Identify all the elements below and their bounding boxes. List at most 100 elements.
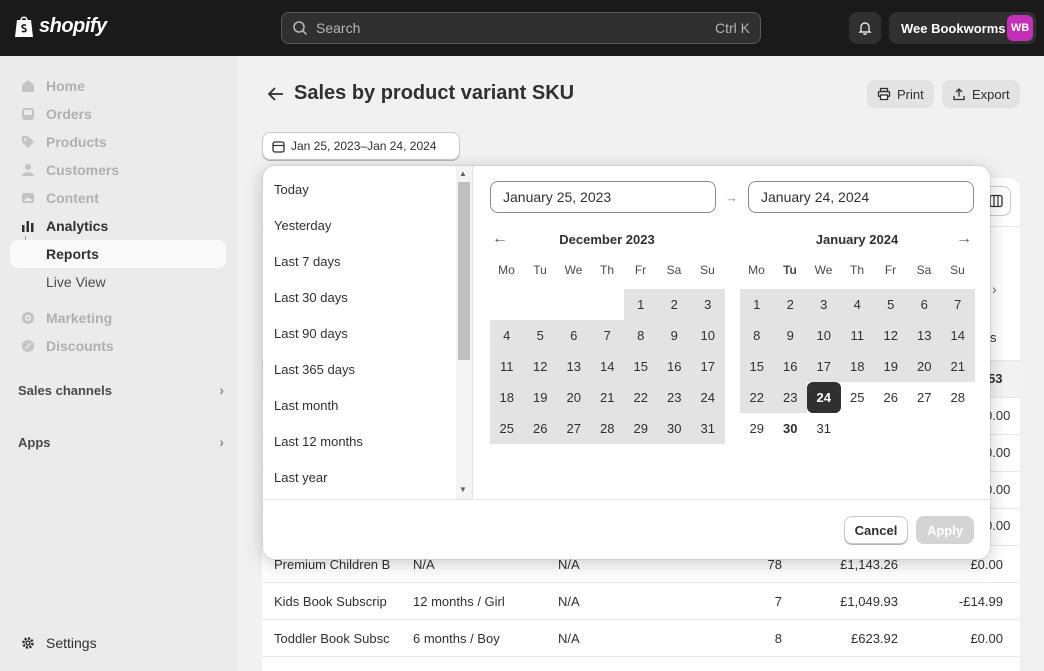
scroll-up-icon[interactable]: ▲ xyxy=(459,169,467,178)
preset-yesterday[interactable]: Yesterday xyxy=(274,218,331,233)
calendar-day[interactable]: 22 xyxy=(740,382,774,413)
apps-section[interactable]: Apps › xyxy=(18,434,224,450)
calendar-day[interactable]: 7 xyxy=(941,289,975,320)
calendar-day[interactable]: 4 xyxy=(490,320,524,351)
calendar-day[interactable]: 12 xyxy=(523,351,557,382)
sidebar-item-marketing[interactable]: Marketing xyxy=(10,304,226,332)
shopify-logo[interactable]: shopify xyxy=(14,14,107,38)
calendar-day[interactable]: 27 xyxy=(908,382,942,413)
calendar-day[interactable]: 18 xyxy=(840,351,874,382)
sidebar-item-customers[interactable]: Customers xyxy=(10,156,226,184)
preset-scroll-thumb[interactable] xyxy=(458,182,470,360)
sidebar-item-discounts[interactable]: Discounts xyxy=(10,332,226,360)
calendar-day[interactable]: 28 xyxy=(590,413,624,444)
sidebar-item-products[interactable]: Products xyxy=(10,128,226,156)
calendar-day[interactable]: 25 xyxy=(841,382,875,413)
calendar-day[interactable]: 12 xyxy=(874,320,908,351)
calendar-day[interactable]: 7 xyxy=(590,320,624,351)
calendar-day[interactable]: 10 xyxy=(691,320,725,351)
calendar-day[interactable]: 31 xyxy=(807,413,841,444)
calendar-day[interactable]: 4 xyxy=(840,289,874,320)
calendar-day[interactable]: 23 xyxy=(657,382,691,413)
end-date-input[interactable]: January 24, 2024 xyxy=(748,181,974,213)
calendar-day[interactable]: 10 xyxy=(807,320,841,351)
preset-last-month[interactable]: Last month xyxy=(274,398,338,413)
calendar-day[interactable]: 13 xyxy=(557,351,591,382)
preset-last-7-days[interactable]: Last 7 days xyxy=(274,254,341,269)
sidebar-item-analytics[interactable]: Analytics xyxy=(10,212,226,240)
calendar-day[interactable]: 30 xyxy=(774,413,808,444)
calendar-day[interactable]: 29 xyxy=(740,413,774,444)
sidebar-item-orders[interactable]: Orders xyxy=(10,100,226,128)
calendar-day[interactable]: 31 xyxy=(691,413,725,444)
sales-channels-section[interactable]: Sales channels › xyxy=(18,382,224,398)
calendar-day[interactable]: 23 xyxy=(773,382,807,413)
calendar-day[interactable]: 5 xyxy=(523,320,557,351)
sidebar-item-content[interactable]: Content xyxy=(10,184,226,212)
calendar-day[interactable]: 24 xyxy=(691,382,725,413)
date-range-button[interactable]: Jan 25, 2023–Jan 24, 2024 xyxy=(262,132,460,160)
calendar-day[interactable]: 24 xyxy=(807,382,841,413)
preset-today[interactable]: Today xyxy=(274,182,309,197)
export-button[interactable]: Export xyxy=(942,80,1020,108)
store-menu-button[interactable]: Wee Bookworms WB xyxy=(889,12,1036,44)
sidebar-item-reports[interactable]: Reports xyxy=(10,240,226,268)
scroll-right-icon[interactable]: › xyxy=(992,281,997,297)
search-input[interactable]: Search Ctrl K xyxy=(281,12,761,44)
calendar-day[interactable]: 28 xyxy=(941,382,975,413)
calendar-day[interactable]: 15 xyxy=(624,351,658,382)
calendar-day[interactable]: 1 xyxy=(740,289,774,320)
preset-last-90-days[interactable]: Last 90 days xyxy=(274,326,348,341)
calendar-day[interactable]: 21 xyxy=(590,382,624,413)
calendar-day[interactable]: 9 xyxy=(657,320,691,351)
calendar-day[interactable]: 17 xyxy=(807,351,841,382)
cancel-button[interactable]: Cancel xyxy=(844,516,908,544)
calendar-day[interactable]: 1 xyxy=(624,289,658,320)
calendar-day[interactable]: 19 xyxy=(523,382,557,413)
calendar-day[interactable]: 14 xyxy=(590,351,624,382)
calendar-day[interactable]: 3 xyxy=(807,289,841,320)
calendar-day[interactable]: 18 xyxy=(490,382,524,413)
calendar-day[interactable]: 22 xyxy=(624,382,658,413)
calendar-day[interactable]: 20 xyxy=(557,382,591,413)
notifications-button[interactable] xyxy=(849,12,881,44)
calendar-day[interactable]: 21 xyxy=(941,351,975,382)
apply-button[interactable]: Apply xyxy=(916,516,974,544)
back-arrow-icon[interactable] xyxy=(266,84,286,104)
preset-last-365-days[interactable]: Last 365 days xyxy=(274,362,355,377)
calendar-day[interactable]: 15 xyxy=(740,351,774,382)
calendar-day[interactable]: 8 xyxy=(624,320,658,351)
calendar-day[interactable]: 8 xyxy=(740,320,774,351)
calendar-day[interactable]: 6 xyxy=(557,320,591,351)
calendar-day[interactable]: 16 xyxy=(657,351,691,382)
sidebar-item-live-view[interactable]: Live View xyxy=(10,268,226,296)
calendar-day[interactable]: 11 xyxy=(840,320,874,351)
calendar-day[interactable]: 14 xyxy=(941,320,975,351)
calendar-day[interactable]: 26 xyxy=(874,382,908,413)
preset-last-year[interactable]: Last year xyxy=(274,470,327,485)
calendar-day[interactable]: 13 xyxy=(907,320,941,351)
calendar-day[interactable]: 25 xyxy=(490,413,524,444)
calendar-day[interactable]: 6 xyxy=(907,289,941,320)
calendar-day[interactable]: 29 xyxy=(624,413,658,444)
start-date-input[interactable]: January 25, 2023 xyxy=(490,181,716,213)
calendar-day[interactable]: 2 xyxy=(773,289,807,320)
calendar-day[interactable]: 30 xyxy=(657,413,691,444)
preset-last-12-months[interactable]: Last 12 months xyxy=(274,434,363,449)
calendar-day[interactable]: 27 xyxy=(557,413,591,444)
table-row[interactable]: Kids Book Subscrip 12 months / Girl N/A … xyxy=(262,582,1020,619)
calendar-day[interactable]: 11 xyxy=(490,351,524,382)
calendar-day[interactable]: 26 xyxy=(523,413,557,444)
sidebar-item-settings[interactable]: Settings xyxy=(10,629,226,657)
calendar-day[interactable]: 16 xyxy=(773,351,807,382)
calendar-day[interactable]: 19 xyxy=(874,351,908,382)
preset-last-30-days[interactable]: Last 30 days xyxy=(274,290,348,305)
calendar-day[interactable]: 20 xyxy=(907,351,941,382)
calendar-day[interactable]: 9 xyxy=(773,320,807,351)
scroll-down-icon[interactable]: ▼ xyxy=(459,485,467,494)
print-button[interactable]: Print xyxy=(867,80,934,108)
calendar-day[interactable]: 3 xyxy=(691,289,725,320)
calendar-day[interactable]: 17 xyxy=(691,351,725,382)
calendar-day[interactable]: 5 xyxy=(874,289,908,320)
sidebar-item-home[interactable]: Home xyxy=(10,72,226,100)
